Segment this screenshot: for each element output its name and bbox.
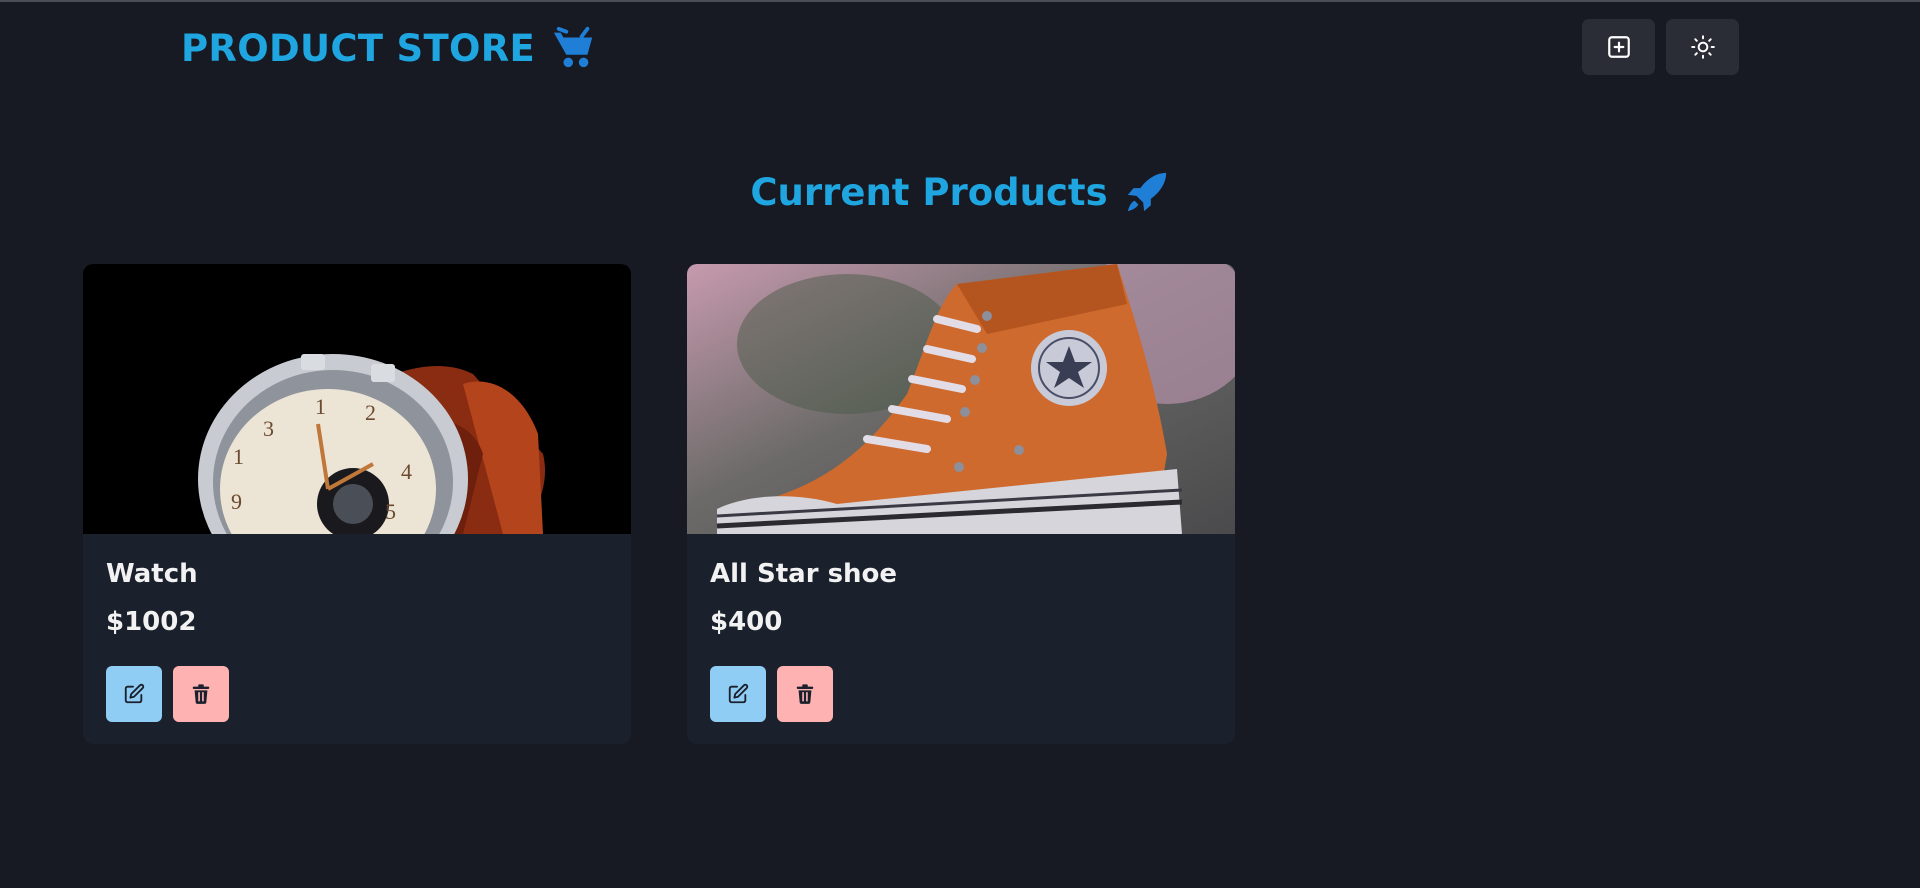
theme-toggle-button[interactable] [1666,19,1739,75]
product-card: All Star shoe $400 [687,264,1235,744]
delete-product-button[interactable] [777,666,833,722]
edit-product-button[interactable] [106,666,162,722]
shopping-cart-icon [553,26,593,68]
create-product-button[interactable] [1582,19,1655,75]
product-price: $400 [710,607,783,637]
trash-icon [192,684,210,704]
window-top-border [0,0,1920,2]
svg-text:5: 5 [385,499,396,524]
delete-product-button[interactable] [173,666,229,722]
product-name: All Star shoe [710,559,898,589]
svg-text:4: 4 [401,459,412,484]
orange-sneaker-photo [687,264,1235,534]
svg-text:1: 1 [315,394,326,419]
trash-icon [796,684,814,704]
svg-text:2: 2 [365,400,376,425]
brand-link[interactable]: PRODUCT STORE [181,24,597,72]
product-card: 1 2 1 3 4 5 9 Watch $1002 [83,264,631,744]
page-title: Current Products [750,170,1108,214]
edit-product-button[interactable] [710,666,766,722]
rocket-icon [1127,172,1166,212]
edit-icon [728,683,749,704]
brand-title: PRODUCT STORE [181,26,536,70]
product-price: $1002 [106,607,197,637]
svg-text:3: 3 [263,416,274,441]
edit-icon [124,683,145,704]
section-heading: Current Products [0,166,1920,218]
svg-text:9: 9 [231,489,242,514]
svg-text:1: 1 [233,444,244,469]
product-name: Watch [106,559,198,589]
wristwatch-photo: 1 2 1 3 4 5 9 [83,264,631,534]
plus-square-icon [1607,36,1630,58]
sun-icon [1690,35,1715,59]
